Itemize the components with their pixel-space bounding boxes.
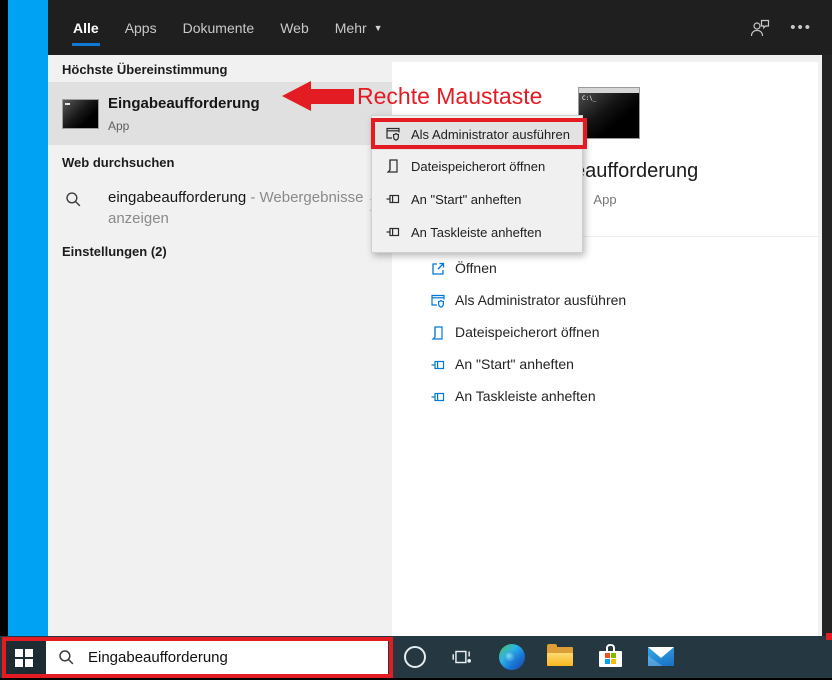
edge-browser-icon[interactable] [499, 644, 525, 670]
annotation-highlight-search-box [2, 637, 393, 678]
search-results-panel: Höchste Übereinstimmung Eingabeaufforder… [48, 55, 392, 636]
admin-shield-icon [430, 293, 446, 309]
tab-dokumente[interactable]: Dokumente [170, 0, 268, 55]
web-search-result[interactable]: eingabeaufforderung - Webergebnisse anze… [48, 182, 392, 234]
cortana-icon[interactable] [404, 646, 426, 668]
tab-alle[interactable]: Alle [60, 0, 112, 55]
annotation-red-mark [826, 633, 832, 640]
search-filter-bar: Alle Apps Dokumente Web Mehr ▼ ••• [48, 0, 832, 55]
file-explorer-icon[interactable] [547, 647, 573, 666]
feedback-icon[interactable] [750, 19, 770, 37]
tab-web[interactable]: Web [267, 0, 322, 55]
file-location-icon [430, 325, 446, 341]
annotation-arrow-icon [282, 81, 311, 111]
action-open[interactable]: Öffnen [392, 253, 818, 285]
chevron-down-icon: ▼ [374, 23, 383, 33]
tab-apps[interactable]: Apps [112, 0, 170, 55]
result-subtitle: App [108, 119, 129, 133]
action-pin-to-taskbar[interactable]: An Taskleiste anheften [392, 381, 818, 413]
best-match-header: Höchste Übereinstimmung [62, 62, 227, 77]
annotation-arrow-tail [311, 89, 354, 104]
more-options-icon[interactable]: ••• [790, 19, 812, 36]
command-prompt-icon-large: C:\_ [578, 87, 640, 139]
result-title: Eingabeaufforderung [108, 95, 260, 112]
annotation-highlight-run-as-admin [371, 118, 587, 149]
microsoft-store-icon[interactable] [599, 644, 622, 667]
web-search-header: Web durchsuchen [62, 155, 174, 170]
search-icon [65, 191, 82, 208]
context-menu-item-pin-to-start[interactable]: An "Start" anheften [372, 183, 582, 216]
filter-tabs: Alle Apps Dokumente Web Mehr ▼ [60, 0, 396, 55]
open-window-icon [430, 261, 446, 277]
pin-icon [385, 224, 401, 240]
windows-search-screenshot: Alle Apps Dokumente Web Mehr ▼ ••• Höchs… [0, 0, 832, 680]
file-location-icon [385, 158, 401, 174]
preview-actions: Öffnen Als Administrator ausführen Da [392, 253, 818, 413]
command-prompt-icon [62, 99, 99, 129]
context-menu-item-open-file-location[interactable]: Dateispeicherort öffnen [372, 150, 582, 183]
task-view-icon[interactable] [451, 646, 473, 668]
pin-icon [430, 357, 446, 373]
action-pin-to-start[interactable]: An "Start" anheften [392, 349, 818, 381]
context-menu-item-pin-to-taskbar[interactable]: An Taskleiste anheften [372, 216, 582, 249]
desktop-right-edge [822, 55, 832, 636]
desktop-background [8, 0, 48, 636]
tab-mehr[interactable]: Mehr ▼ [322, 0, 396, 55]
mail-icon[interactable] [648, 647, 674, 666]
settings-header: Einstellungen (2) [62, 244, 167, 259]
action-open-file-location[interactable]: Dateispeicherort öffnen [392, 317, 818, 349]
action-run-as-admin[interactable]: Als Administrator ausführen [392, 285, 818, 317]
pin-icon [385, 191, 401, 207]
pin-icon [430, 389, 446, 405]
web-result-text: eingabeaufforderung - Webergebnisse anze… [108, 187, 388, 229]
panel-top-gap [392, 55, 818, 62]
annotation-label: Rechte Maustaste [357, 83, 542, 110]
